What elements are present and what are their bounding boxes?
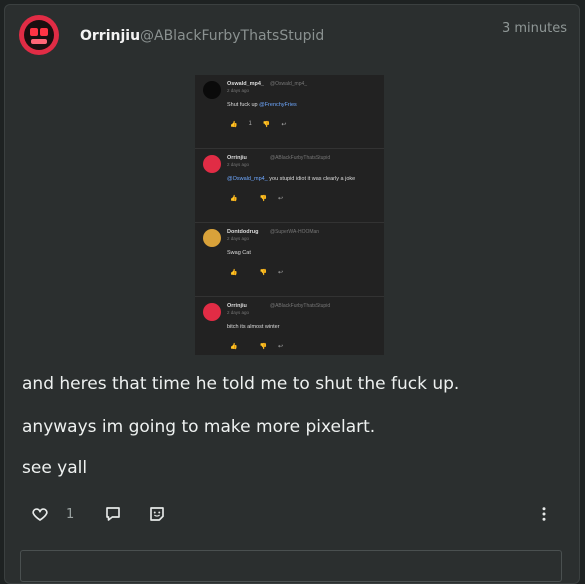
avatar	[203, 303, 221, 321]
avatar-face-icon	[24, 20, 54, 50]
comment-actions: 👍 👎 ↩	[230, 269, 283, 276]
dislike-icon: 👎	[262, 122, 271, 128]
comment-text: Shut fuck up @FrenchyFries	[227, 102, 297, 108]
post-body-line: anyways im going to make more pixelart.	[22, 417, 376, 437]
comment-time: 2 days ago	[227, 310, 250, 315]
embedded-comment: Orrinjiu @ABlackFurbyThatsStupid 2 days …	[195, 149, 384, 223]
comment-handle: @Oswald_mp4_	[270, 81, 308, 87]
dislike-icon: 👎	[259, 344, 267, 350]
sticker-icon	[150, 507, 164, 521]
embedded-comment: Oswald_mp4_ @Oswald_mp4_ 2 days ago Shut…	[195, 75, 384, 149]
comment-author: Oswald_mp4_	[227, 81, 264, 87]
dislike-icon: 👎	[259, 196, 267, 202]
comment-actions: 👍 👎 ↩	[230, 195, 283, 202]
user-handle[interactable]: @ABlackFurbyThatsStupid	[140, 28, 324, 44]
like-icon: 👍	[230, 344, 238, 350]
comment-actions: 👍 1 👎 ↩	[230, 121, 286, 128]
comment-text: Swag Cat	[227, 250, 251, 256]
like-count: 1	[66, 507, 75, 522]
comment-author: Dontdodrug	[227, 229, 259, 235]
like-count: 1	[248, 121, 252, 127]
post-body-line: and heres that time he told me to shut t…	[22, 374, 460, 394]
like-icon: 👍	[230, 196, 238, 202]
sticker-button[interactable]	[148, 505, 166, 523]
comment-text: @Oswald_mp4_ you stupid idiot it was cle…	[227, 176, 356, 182]
comment-icon	[106, 507, 120, 521]
mention-link: @FrenchyFries	[259, 102, 297, 108]
dislike-icon: 👎	[259, 270, 267, 276]
post-body-line: see yall	[22, 458, 88, 478]
comment-time: 2 days ago	[227, 162, 250, 167]
timestamp: 3 minutes	[501, 21, 567, 36]
mention-link: @Oswald_mp4_	[227, 176, 268, 182]
reply-icon: ↩	[277, 344, 283, 350]
comment-handle: @ABlackFurbyThatsStupid	[270, 303, 331, 309]
avatar	[203, 155, 221, 173]
comment-author: Orrinjiu	[227, 155, 247, 161]
like-icon: 👍	[230, 122, 238, 128]
embedded-comment: Orrinjiu @ABlackFurbyThatsStupid 2 days …	[195, 297, 384, 355]
avatar[interactable]	[19, 15, 59, 55]
comment-button[interactable]	[104, 505, 122, 523]
like-icon: 👍	[230, 270, 238, 276]
comment-text: bitch its almost winter	[227, 324, 280, 330]
comment-time: 2 days ago	[227, 236, 250, 241]
avatar	[203, 229, 221, 247]
comment-actions: 👍 👎 ↩	[230, 343, 283, 350]
embedded-screenshot[interactable]: Oswald_mp4_ @Oswald_mp4_ 2 days ago Shut…	[195, 75, 384, 355]
comment-time: 2 days ago	[227, 88, 250, 93]
comment-handle: @ABlackFurbyThatsStupid	[270, 155, 331, 161]
like-button[interactable]	[31, 505, 49, 523]
reply-icon: ↩	[281, 122, 287, 128]
username[interactable]: Orrinjiu	[80, 28, 140, 44]
comment-handle: @SuperWA-HOOMan	[270, 229, 320, 235]
more-options-button[interactable]	[535, 505, 553, 523]
more-vertical-icon	[542, 507, 546, 521]
reply-input[interactable]	[20, 550, 562, 582]
reply-icon: ↩	[277, 196, 283, 202]
heart-icon	[32, 508, 48, 521]
reply-icon: ↩	[277, 270, 283, 276]
embedded-comment: Dontdodrug @SuperWA-HOOMan 2 days ago Sw…	[195, 223, 384, 297]
avatar	[203, 81, 221, 99]
comment-author: Orrinjiu	[227, 303, 247, 309]
